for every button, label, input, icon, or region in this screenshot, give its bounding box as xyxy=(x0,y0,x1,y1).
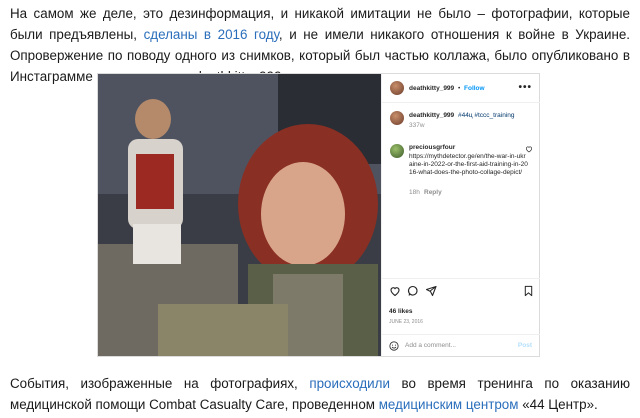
para-bottom-text-3: «44 Центр». xyxy=(518,397,598,412)
commenter-avatar[interactable] xyxy=(390,144,404,158)
add-comment-input[interactable]: Add a comment... xyxy=(405,342,456,349)
comment-bubble-icon[interactable] xyxy=(407,285,419,297)
comment-username[interactable]: preciousgrfour xyxy=(409,144,455,151)
comment-like-heart-icon[interactable] xyxy=(525,145,533,153)
emoji-icon[interactable] xyxy=(389,341,399,351)
post-actions: 46 likes JUNE 23, 2016 Add a comment... … xyxy=(382,278,540,357)
reply-button[interactable]: Reply xyxy=(424,189,442,196)
comment-text[interactable]: https://mythdetector.ge/en/the-war-in-uk… xyxy=(409,153,529,177)
author-avatar[interactable] xyxy=(390,81,404,95)
post-comment-button[interactable]: Post xyxy=(518,342,532,349)
post-photo xyxy=(98,74,381,356)
comment-age: 18h xyxy=(409,189,420,196)
add-comment-bar: Add a comment... Post xyxy=(382,334,540,357)
like-heart-icon[interactable] xyxy=(389,285,401,297)
more-options-icon[interactable]: ••• xyxy=(518,82,532,93)
link-events-occurred[interactable]: происходили xyxy=(309,376,390,391)
link-medical-center[interactable]: медицинским центром xyxy=(379,397,519,412)
para-bottom-text-1: События, изображенные на фотографиях, xyxy=(10,376,310,391)
caption-avatar[interactable] xyxy=(390,111,404,125)
link-2016-photos[interactable]: сделаны в 2016 году xyxy=(144,27,279,42)
share-icon[interactable] xyxy=(425,285,437,297)
post-header: deathkitty_999 • Follow ••• xyxy=(382,74,540,103)
likes-count[interactable]: 46 likes xyxy=(389,308,413,315)
instagram-embed: deathkitty_999 • Follow ••• deathkitty_9… xyxy=(97,73,540,357)
post-sidebar: deathkitty_999 • Follow ••• deathkitty_9… xyxy=(381,74,540,356)
save-bookmark-icon[interactable] xyxy=(523,285,534,297)
header-separator: • xyxy=(458,85,461,92)
caption-age: 337w xyxy=(409,122,425,129)
post-date: JUNE 23, 2016 xyxy=(389,319,423,325)
author-username[interactable]: deathkitty_999 xyxy=(409,85,454,92)
follow-button[interactable]: Follow xyxy=(464,85,485,92)
article-paragraph-bottom: События, изображенные на фотографиях, пр… xyxy=(10,373,630,415)
caption-username[interactable]: deathkitty_999 xyxy=(409,112,454,119)
caption-tags[interactable]: #44ц #tccc_training xyxy=(458,112,514,119)
